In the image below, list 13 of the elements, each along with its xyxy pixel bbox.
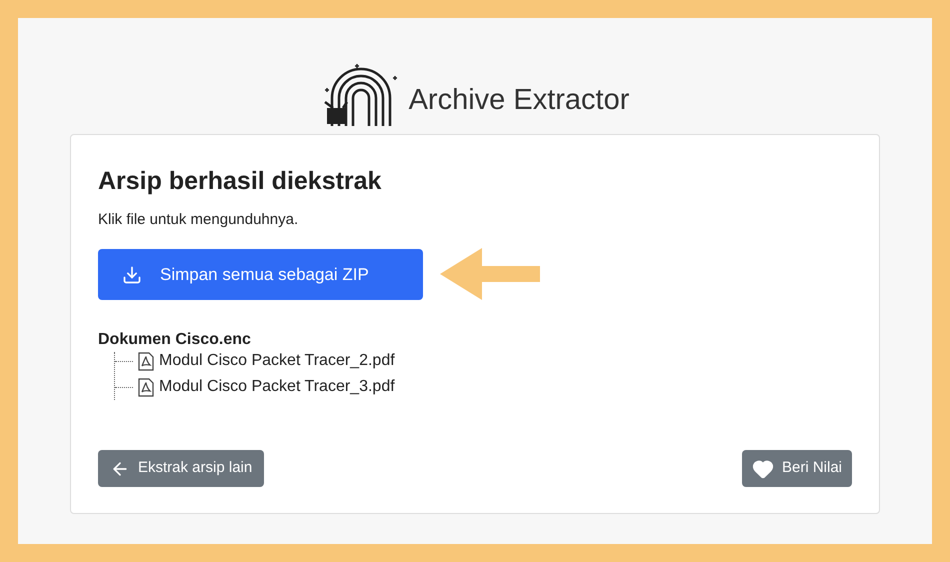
- app-title: Archive Extractor: [408, 82, 630, 118]
- pdf-file-icon: [138, 352, 154, 370]
- pdf-file-icon: [138, 378, 154, 396]
- file-link[interactable]: Modul Cisco Packet Tracer_2.pdf: [159, 349, 395, 373]
- heading: Arsip berhasil diekstrak: [98, 166, 382, 197]
- archive-name: Dokumen Cisco.enc: [98, 330, 251, 350]
- download-zip-button[interactable]: Simpan semua sebagai ZIP: [98, 249, 423, 300]
- download-icon: [122, 264, 142, 284]
- extract-another-button[interactable]: Ekstrak arsip lain: [98, 450, 264, 487]
- hint-text: Klik file untuk mengunduhnya.: [98, 210, 298, 230]
- file-link[interactable]: Modul Cisco Packet Tracer_3.pdf: [159, 375, 395, 399]
- heart-icon: [752, 458, 774, 480]
- rate-button[interactable]: Beri Nilai: [742, 450, 852, 487]
